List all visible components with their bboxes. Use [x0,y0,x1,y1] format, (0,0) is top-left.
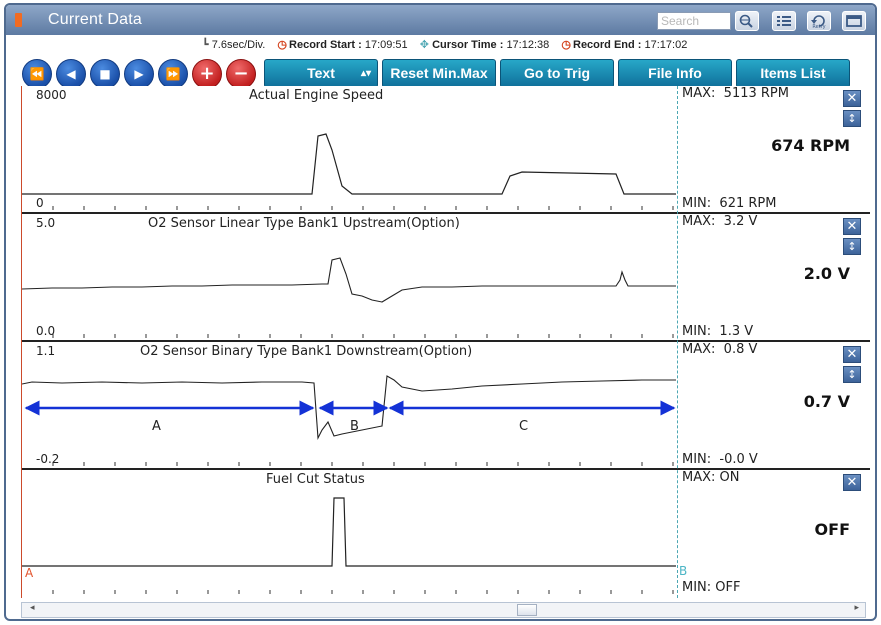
crosshair-icon: ✥ [419,39,429,51]
record-start-value: 17:09:51 [364,39,408,51]
max-readout: MAX: 3.2 V [682,214,758,229]
close-icon[interactable]: ✕ [843,218,861,235]
search-input[interactable]: Search [657,12,731,30]
panel-title: O2 Sensor Linear Type Bank1 Upstream(Opt… [148,216,460,231]
fuel-cut-plot[interactable]: Fuel Cut Status A [22,470,676,596]
panel-title: Actual Engine Speed [249,88,384,103]
time-division-icon: ┗ [202,39,209,51]
window-title: Current Data [48,11,142,28]
record-end-value: 17:17:02 [644,39,688,51]
x-ticks [52,206,674,210]
o2-downstream-plot[interactable]: A B C 1.1 -0.2 O2 Sensor Binary Type Ban… [21,342,676,468]
x-ticks [52,334,674,338]
max-readout: MAX: 5113 RPM [682,86,789,101]
zoom-in-button[interactable]: + [192,59,222,89]
record-start-label: Record Start : [289,39,362,51]
cursor-a-label: A [25,566,34,580]
close-icon[interactable]: ✕ [843,90,861,107]
x-ticks [52,462,674,466]
scrollbar-thumb[interactable] [517,604,537,616]
cursor-b-line[interactable] [677,86,678,598]
panel-title: O2 Sensor Binary Type Bank1 Downstream(O… [140,344,473,359]
o2-upstream-graph [21,257,676,338]
title-bar: Current Data Search Retry [6,5,875,35]
region-a-label: A [152,419,161,434]
display-mode-value: Text [307,65,335,81]
engine-speed-graph [22,133,676,210]
scroll-right-icon[interactable]: ▸ [854,603,859,613]
current-value: 674 RPM [771,136,850,155]
o2-upstream-side: MAX: 3.2 V 2.0 V MIN: 1.3 V ✕ ↕ [678,214,870,340]
o2-upstream-plot[interactable]: 5.0 0.0 O2 Sensor Linear Type Bank1 Upst… [21,214,676,340]
record-end-label: Record End : [573,39,642,51]
clock-start-icon: ◷ [277,39,288,51]
record-info-line: ┗ 7.6sec/Div. ◷ Record Start : 17:09:51 ✥… [202,38,687,51]
items-list-button[interactable]: Items List [736,59,850,88]
fuel-cut-trace [22,497,676,567]
list-view-icon[interactable] [772,11,796,31]
current-data-window: Current Data Search Retry ┗ 7.6sec/Div. … [4,3,877,621]
min-readout: MIN: 621 RPM [682,196,777,211]
axis-max-label: 1.1 [36,344,56,358]
panel-engine-speed: 8000 0 Actual Engine Speed MAX: 5113 RPM… [22,86,870,214]
fuel-cut-graph [22,497,676,594]
clock-end-icon: ◷ [561,39,571,51]
axis-min-label: 0.0 [36,324,56,338]
file-info-button[interactable]: File Info [618,59,732,88]
search-icon[interactable] [735,11,759,31]
fuel-cut-side: MAX: ON OFF MIN: OFF ✕ B [678,470,870,596]
min-readout: MIN: 1.3 V [682,324,754,339]
scroll-left-icon[interactable]: ◂ [30,603,35,613]
graph-area[interactable]: 8000 0 Actual Engine Speed MAX: 5113 RPM… [21,86,870,598]
scale-updown-icon[interactable]: ↕ [843,110,861,127]
time-division: 7.6sec/Div. [211,39,266,51]
app-icon [15,13,22,27]
axis-max-label: 5.0 [36,216,56,230]
chevron-updown-icon: ▴▾ [360,68,371,79]
axis-min-label: 0 [36,196,44,210]
panel-o2-upstream: 5.0 0.0 O2 Sensor Linear Type Bank1 Upst… [21,214,870,342]
retry-label: Retry [812,24,825,30]
stop-button[interactable]: ■ [90,59,120,89]
x-ticks [52,590,674,594]
zoom-out-button[interactable]: − [226,59,256,89]
close-icon[interactable]: ✕ [843,474,861,491]
min-readout: MIN: OFF [682,580,741,595]
rewind-button[interactable]: ⏪ [22,59,52,89]
close-icon[interactable]: ✕ [843,346,861,363]
step-back-button[interactable]: ◀ [56,59,86,89]
min-readout: MIN: -0.0 V [682,452,758,467]
panel-o2-downstream: A B C 1.1 -0.2 O2 Sensor Binary Type Ban… [21,342,870,470]
region-b-label: B [350,419,359,434]
engine-speed-side: MAX: 5113 RPM 674 RPM MIN: 621 RPM ✕ ↕ [678,86,870,212]
o2-downstream-graph: A B C [21,375,676,466]
engine-speed-plot[interactable]: 8000 0 Actual Engine Speed [22,86,676,212]
reset-minmax-button[interactable]: Reset Min.Max [382,59,496,88]
engine-speed-trace [22,133,676,195]
scale-updown-icon[interactable]: ↕ [843,238,861,255]
cursor-time-label: Cursor Time : [432,39,504,51]
current-value: OFF [814,520,850,539]
go-to-trig-button[interactable]: Go to Trig [500,59,614,88]
axis-max-label: 8000 [36,88,67,102]
current-value: 2.0 V [803,264,850,283]
scale-updown-icon[interactable]: ↕ [843,366,861,383]
restore-window-icon[interactable] [842,11,866,31]
max-readout: MAX: 0.8 V [682,342,758,357]
play-button[interactable]: ▶ [124,59,154,89]
fast-forward-button[interactable]: ⏩ [158,59,188,89]
panel-title: Fuel Cut Status [266,472,365,487]
display-mode-select[interactable]: Text ▴▾ [264,59,378,88]
region-c-label: C [519,419,528,434]
panel-fuel-cut: Fuel Cut Status A MAX: ON OFF MIN: OFF ✕… [22,470,870,598]
o2-downstream-side: MAX: 0.8 V 0.7 V MIN: -0.0 V ✕ ↕ [678,342,870,468]
retry-icon[interactable]: Retry [807,11,831,31]
cursor-b-label: B [679,564,688,578]
axis-min-label: -0.2 [36,452,60,466]
o2-upstream-trace [21,257,676,303]
max-readout: MAX: ON [682,470,740,485]
current-value: 0.7 V [803,392,850,411]
horizontal-scrollbar[interactable]: ◂ ▸ [21,602,866,618]
cursor-time-value: 17:12:38 [506,39,550,51]
